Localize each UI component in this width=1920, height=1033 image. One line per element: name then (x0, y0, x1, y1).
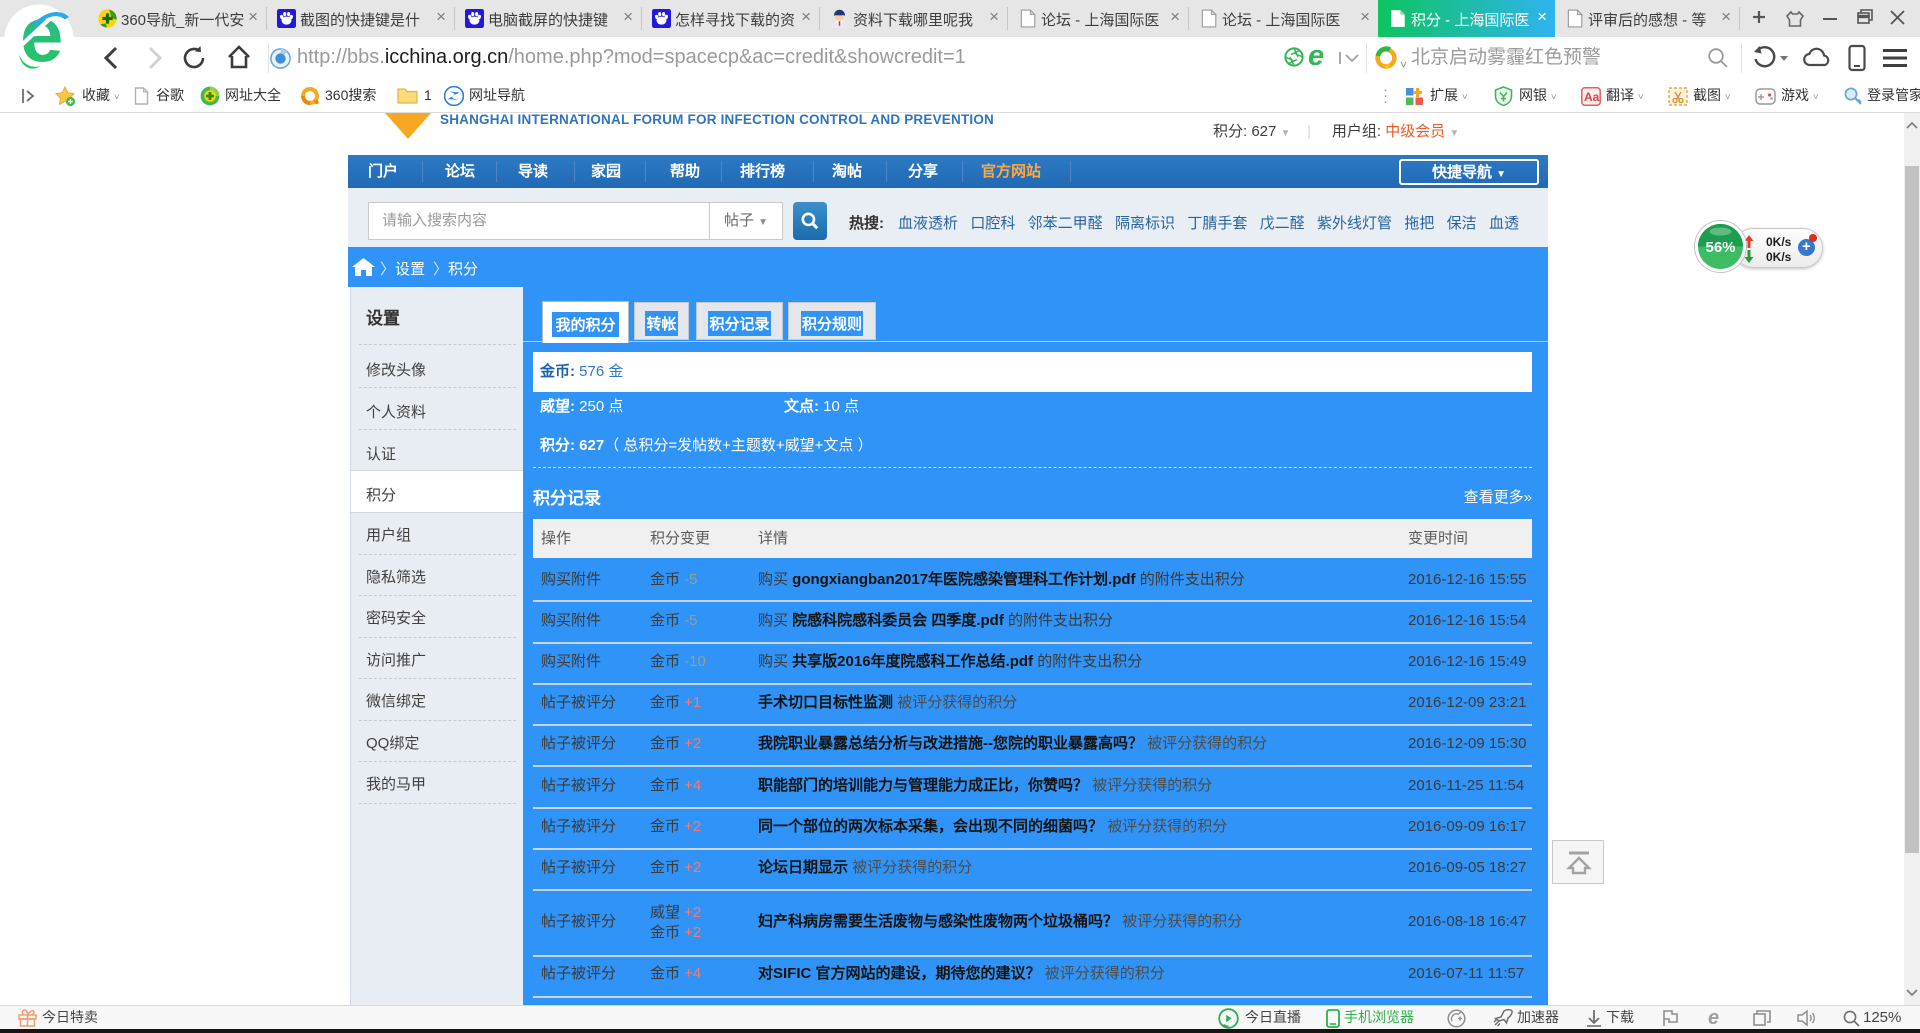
svg-text:Aa: Aa (1584, 90, 1600, 104)
svg-text:56%: 56% (1705, 239, 1735, 256)
